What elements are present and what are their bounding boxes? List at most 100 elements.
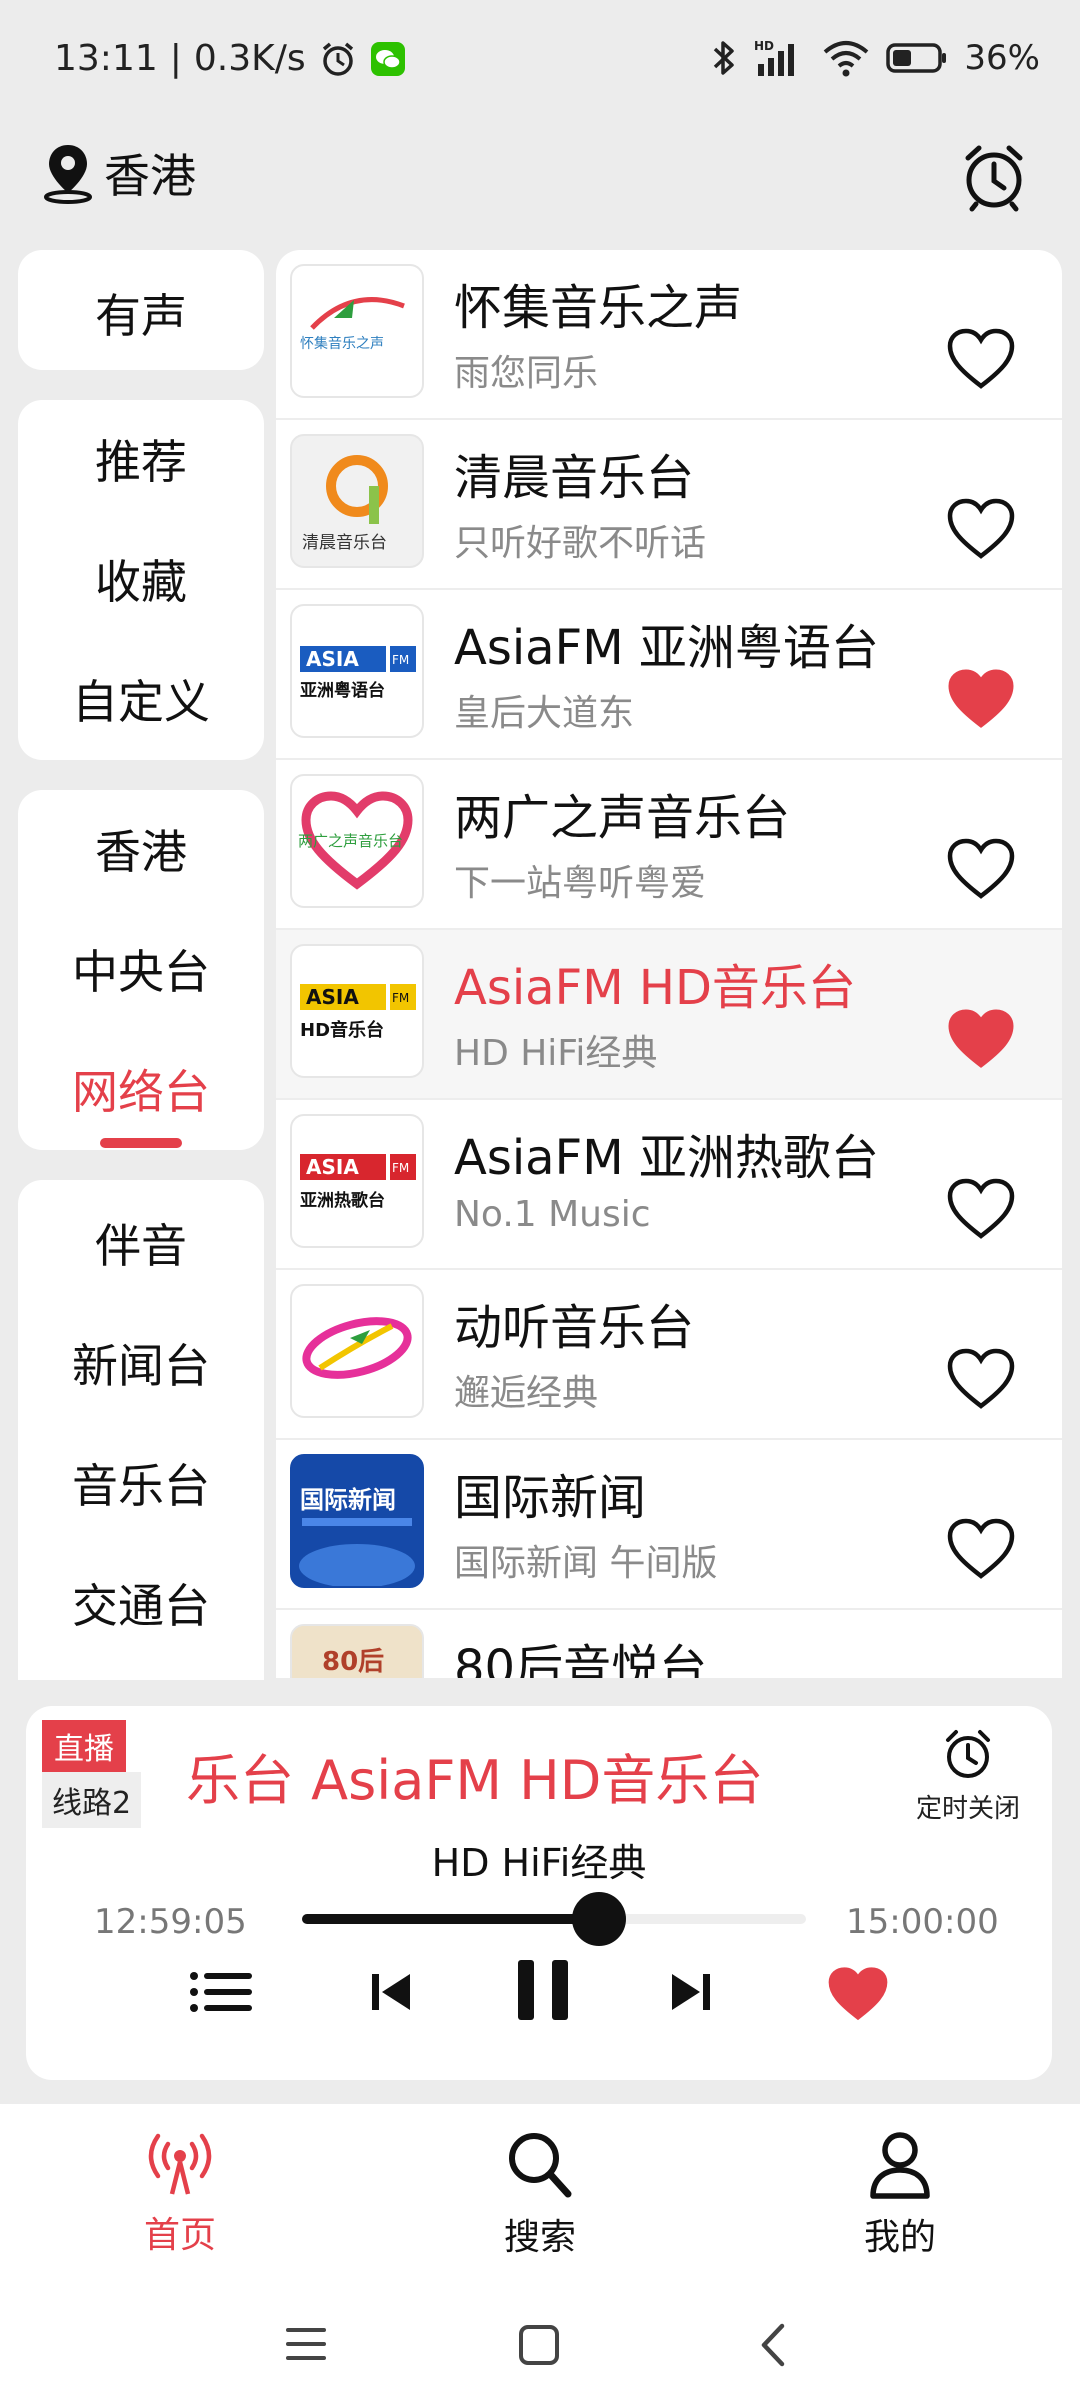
station-subtitle: 雨您同乐: [454, 353, 599, 394]
category-item-music[interactable]: 音乐台: [18, 1450, 264, 1516]
progress-fill: [302, 1914, 600, 1924]
progress-thumb[interactable]: [572, 1892, 627, 1946]
previous-icon[interactable]: [366, 1962, 416, 2022]
svg-text:FM: FM: [392, 1161, 409, 1175]
mini-player: 直播 线路2 乐台 AsiaFM HD音乐台 定时关闭 HD HiFi经典 12…: [26, 1706, 1052, 2080]
nav-home[interactable]: 首页: [80, 2128, 280, 2258]
station-row[interactable]: 80后 80后音悦台: [276, 1610, 1062, 1678]
category-group-main: 推荐 收藏 自定义: [18, 400, 264, 760]
heart-outline-icon[interactable]: [946, 1178, 1016, 1240]
heart-outline-icon[interactable]: [946, 328, 1016, 390]
bluetooth-icon: [714, 41, 735, 75]
category-group-genre: 伴音 新闻台 音乐台 交通台: [18, 1180, 264, 1680]
heart-outline-icon[interactable]: [946, 1518, 1016, 1580]
category-item-news[interactable]: 新闻台: [18, 1330, 264, 1396]
nav-search[interactable]: 搜索: [440, 2128, 640, 2260]
heart-outline-icon[interactable]: [946, 1348, 1016, 1410]
station-subtitle: 只听好歌不听话: [454, 523, 707, 564]
station-logo: 80后: [290, 1624, 424, 1678]
location-pin-icon: [44, 145, 92, 204]
active-category-indicator: [100, 1138, 182, 1148]
status-divider: |: [169, 38, 182, 79]
category-item-custom[interactable]: 自定义: [18, 666, 264, 732]
wifi-icon: [824, 41, 869, 77]
station-logo: ASIA FM 亚洲粤语台: [290, 604, 424, 738]
heart-filled-icon[interactable]: [826, 1966, 890, 2022]
category-item-companion[interactable]: 伴音: [18, 1210, 264, 1276]
category-item-central[interactable]: 中央台: [18, 936, 264, 1002]
station-logo: 两广之声音乐台: [290, 774, 424, 908]
menu-icon[interactable]: [284, 2324, 328, 2364]
svg-text:FM: FM: [392, 991, 409, 1005]
nav-search-label: 搜索: [503, 2217, 576, 2258]
bottom-nav: 首页 搜索 我的: [0, 2104, 1080, 2290]
station-logo-text: 清晨音乐台: [302, 533, 387, 553]
station-logo-text: HD音乐台: [300, 1019, 384, 1041]
category-item-audio[interactable]: 有声: [18, 280, 264, 346]
heart-filled-icon[interactable]: [946, 668, 1016, 730]
now-playing-title: 乐台 AsiaFM HD音乐台: [186, 1749, 764, 1812]
station-logo: 清晨音乐台: [290, 434, 424, 568]
category-item-traffic[interactable]: 交通台: [18, 1570, 264, 1636]
station-title: AsiaFM 亚洲热歌台: [454, 1130, 879, 1186]
station-row[interactable]: 动听音乐台 邂逅经典: [276, 1270, 1062, 1440]
station-subtitle: 下一站粤听粤爱: [454, 863, 707, 904]
category-group-region: 香港 中央台 网络台: [18, 790, 264, 1150]
station-title: 国际新闻: [454, 1470, 647, 1526]
station-logo-text: 国际新闻: [300, 1486, 396, 1514]
sleep-timer-button[interactable]: 定时关闭: [916, 1726, 1020, 1825]
nav-mine[interactable]: 我的: [800, 2128, 1000, 2260]
station-subtitle: No.1 Music: [454, 1194, 651, 1235]
status-bar: 13:11 | 0.3K/s HD 36%: [0, 0, 1080, 120]
category-group-audio: 有声: [18, 250, 264, 370]
user-icon: [870, 2132, 930, 2199]
alarm-button[interactable]: [958, 140, 1030, 216]
playlist-icon[interactable]: [188, 1962, 254, 2022]
back-icon[interactable]: [756, 2322, 788, 2368]
station-row-current[interactable]: ASIA FM HD音乐台 AsiaFM HD音乐台 HD HiFi经典: [276, 930, 1062, 1100]
station-row[interactable]: 清晨音乐台 清晨音乐台 只听好歌不听话: [276, 420, 1062, 590]
hd-signal-icon: HD: [754, 39, 795, 76]
category-item-internet[interactable]: 网络台: [18, 1056, 264, 1122]
station-title: 怀集音乐之声: [454, 280, 743, 336]
station-title: AsiaFM 亚洲粤语台: [454, 620, 879, 676]
station-row[interactable]: ASIA FM 亚洲热歌台 AsiaFM 亚洲热歌台 No.1 Music: [276, 1100, 1062, 1270]
location-selector[interactable]: 香港: [40, 140, 196, 206]
station-logo: ASIA FM HD音乐台: [290, 944, 424, 1078]
station-row[interactable]: ASIA FM 亚洲粤语台 AsiaFM 亚洲粤语台 皇后大道东: [276, 590, 1062, 760]
elapsed-time: 12:59:05: [94, 1902, 247, 1942]
battery-percent: 36%: [964, 38, 1040, 78]
station-logo-text: 两广之声音乐台: [298, 832, 403, 850]
battery-icon: [886, 43, 947, 73]
station-logo-text: 亚洲热歌台: [300, 1190, 385, 1211]
line-selector[interactable]: 线路2: [42, 1772, 142, 1828]
home-square-icon[interactable]: [518, 2324, 560, 2366]
station-row[interactable]: 两广之声音乐台 两广之声音乐台 下一站粤听粤爱: [276, 760, 1062, 930]
station-title: AsiaFM HD音乐台: [454, 960, 856, 1016]
system-nav-bar: [0, 2290, 1080, 2400]
station-row[interactable]: 国际新闻 国际新闻 国际新闻 午间版: [276, 1440, 1062, 1610]
station-row[interactable]: 怀集音乐之声 怀集音乐之声 雨您同乐: [276, 250, 1062, 420]
category-item-favorites[interactable]: 收藏: [18, 546, 264, 612]
station-subtitle: 皇后大道东: [454, 693, 635, 734]
status-left: 13:11 | 0.3K/s: [54, 38, 406, 79]
station-subtitle: HD HiFi经典: [454, 1033, 658, 1074]
heart-filled-icon[interactable]: [946, 1008, 1016, 1070]
heart-outline-icon[interactable]: [946, 838, 1016, 900]
live-badge: 直播: [42, 1720, 126, 1772]
sleep-timer-label: 定时关闭: [916, 1794, 1021, 1824]
end-time: 15:00:00: [846, 1902, 999, 1942]
alarm-clock-icon: [965, 145, 1023, 212]
heart-outline-icon[interactable]: [946, 498, 1016, 560]
nav-mine-label: 我的: [863, 2217, 936, 2258]
radio-broadcast-icon: [148, 2133, 212, 2195]
pause-icon[interactable]: [510, 1954, 576, 2026]
status-network-speed: 0.3K/s: [193, 38, 306, 79]
category-item-hongkong[interactable]: 香港: [18, 816, 264, 882]
alarm-clock-icon: [946, 1730, 990, 1778]
category-item-recommend[interactable]: 推荐: [18, 426, 264, 492]
next-icon[interactable]: [666, 1962, 716, 2022]
wechat-icon: [370, 41, 405, 76]
svg-text:ASIA: ASIA: [306, 985, 359, 1009]
station-logo: 国际新闻: [290, 1454, 424, 1588]
